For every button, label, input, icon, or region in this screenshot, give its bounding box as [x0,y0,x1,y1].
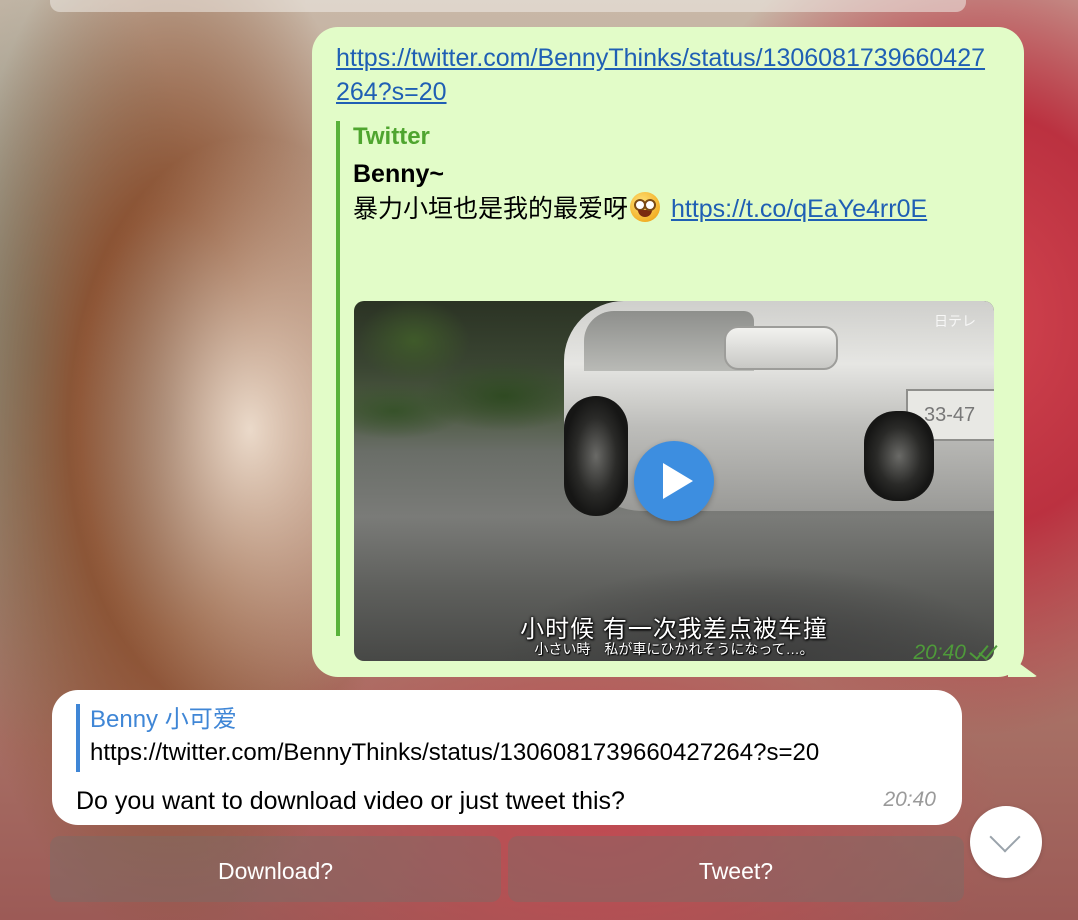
video-thumbnail[interactable]: 33-47 日テレ 小时候 有一次我差点被车撞 小さい時 私が車にひかれそうにな… [354,301,994,661]
chat-background: https://twitter.com/BennyThinks/status/1… [0,0,1078,920]
download-button[interactable]: Download? [50,836,501,902]
video-watermark: 日テレ [934,313,976,329]
preview-description-text: 暴力小垣也是我的最爱呀 [353,195,629,223]
preview-description: 暴力小垣也是我的最爱呀 https://t.co/qEaYe4rr0E [353,191,992,227]
video-car-headlight [724,326,838,370]
outgoing-message-time: 20:40 [913,641,966,664]
previous-message-edge [50,0,966,12]
outgoing-message-meta: 20:40 [913,639,998,665]
link-preview[interactable]: Twitter Benny~ 暴力小垣也是我的最爱呀 https://t.co/… [336,121,994,661]
incoming-message-time: 20:40 [883,788,936,811]
preview-title: Benny~ [353,160,445,188]
preview-short-link[interactable]: https://t.co/qEaYe4rr0E [671,195,927,223]
reply-author-name: Benny 小可爱 [90,706,237,733]
double-check-icon [969,639,998,663]
message-link-container: https://twitter.com/BennyThinks/status/1… [336,41,996,109]
reply-quoted-text: https://twitter.com/BennyThinks/status/1… [90,739,820,766]
tweet-link[interactable]: https://twitter.com/BennyThinks/status/1… [336,44,985,106]
incoming-message-bubble[interactable]: Benny 小可爱 https://twitter.com/BennyThink… [52,690,962,825]
incoming-message-text: Do you want to download video or just tw… [76,787,625,815]
tweet-button[interactable]: Tweet? [508,836,964,902]
video-car-wheel [864,411,934,501]
preview-site-name: Twitter [353,123,430,150]
reply-quote[interactable]: Benny 小可爱 https://twitter.com/BennyThink… [76,704,819,772]
scroll-down-button[interactable] [970,806,1042,878]
bubble-tail [1008,655,1038,677]
video-car-wheel [564,396,628,516]
outgoing-message-bubble[interactable]: https://twitter.com/BennyThinks/status/1… [312,27,1038,677]
play-icon[interactable] [634,441,714,521]
star-struck-emoji-icon [630,192,661,222]
video-subtitle-small: 小さい時 私が車にひかれそうになって…。 [534,641,814,657]
